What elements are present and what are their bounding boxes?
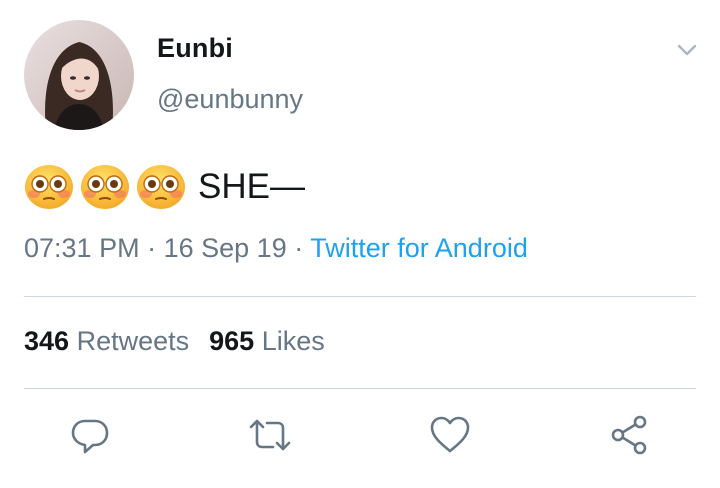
meta-separator: · [294, 233, 304, 263]
share-icon[interactable] [607, 412, 653, 458]
likes-label: Likes [261, 326, 325, 356]
author-display-name[interactable]: Eunbi [157, 33, 233, 64]
tweet-source-link[interactable]: Twitter for Android [310, 233, 528, 263]
likes-stat[interactable]: 965 Likes [209, 326, 325, 356]
tweet-body-text: SHE— [198, 167, 305, 206]
tweet-actions [0, 412, 720, 458]
retweets-label: Retweets [76, 326, 190, 356]
tweet-meta: 07:31 PM · 16 Sep 19 · Twitter for Andro… [24, 233, 528, 264]
avatar[interactable] [24, 20, 134, 130]
divider [24, 296, 696, 297]
flushed-face-emoji [136, 164, 186, 210]
tweet-date: 16 Sep 19 [163, 233, 287, 263]
tweet-time: 07:31 PM [24, 233, 140, 263]
author-handle[interactable]: @eunbunny [157, 84, 303, 115]
tweet-text: SHE— [24, 164, 305, 210]
retweets-count: 346 [24, 326, 70, 356]
divider [24, 388, 696, 389]
likes-count: 965 [209, 326, 255, 356]
chevron-down-icon[interactable] [674, 40, 700, 60]
like-icon[interactable] [427, 412, 473, 458]
flushed-face-emoji [80, 164, 130, 210]
reply-icon[interactable] [67, 412, 113, 458]
tweet-stats: 346 Retweets 965 Likes [24, 326, 325, 357]
retweets-stat[interactable]: 346 Retweets [24, 326, 189, 356]
flushed-face-emoji [24, 164, 74, 210]
meta-separator: · [147, 233, 157, 263]
retweet-icon[interactable] [247, 412, 293, 458]
